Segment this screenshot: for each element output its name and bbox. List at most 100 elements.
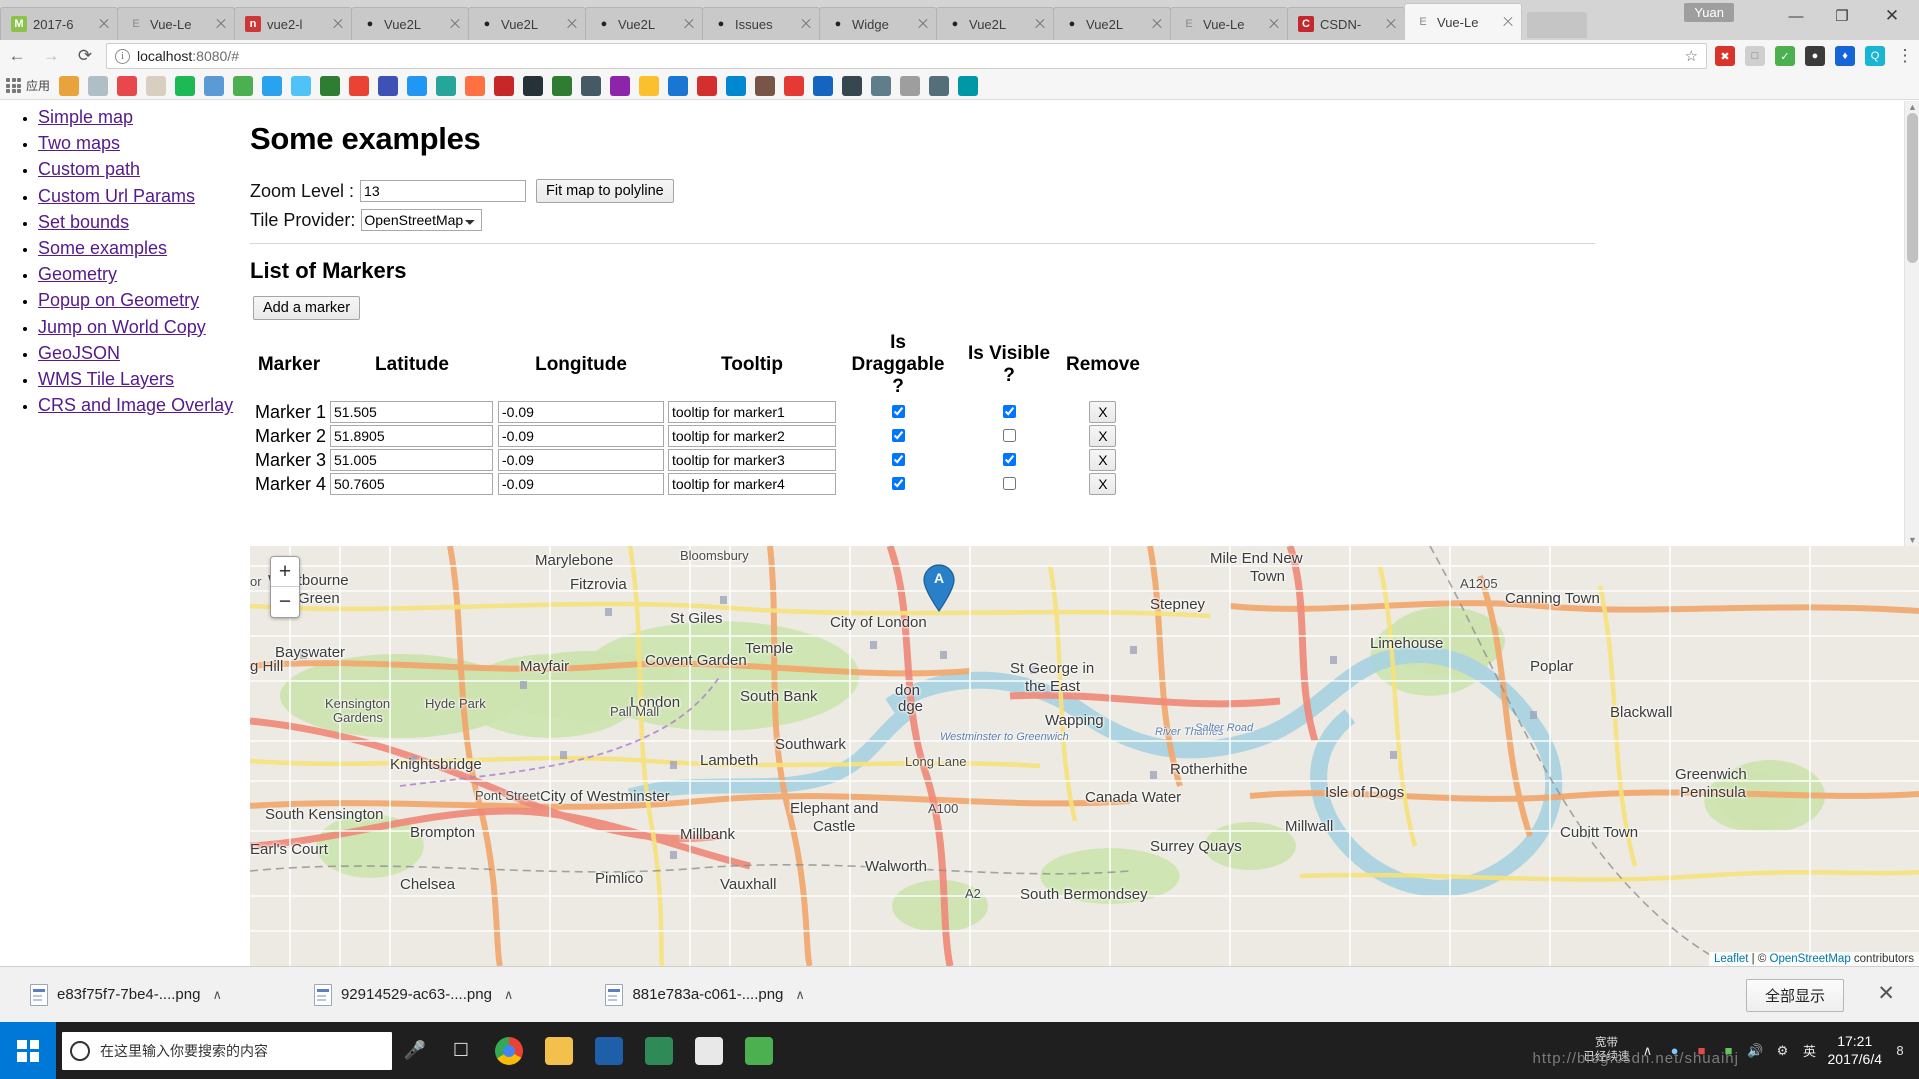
bookmark-item-icon[interactable] [929, 76, 949, 96]
bookmark-item-icon[interactable] [117, 76, 137, 96]
marker-tooltip-input[interactable] [668, 425, 836, 447]
search-extension-icon[interactable]: Q [1865, 46, 1885, 66]
taskbar-app-chrome[interactable] [484, 1022, 534, 1079]
tab-close-icon[interactable] [97, 17, 111, 31]
browser-tab[interactable]: C CSDN- [1287, 7, 1405, 40]
tab-close-icon[interactable] [1384, 17, 1398, 31]
taskbar-search-input[interactable]: 在这里输入你要搜索的内容 [62, 1032, 392, 1070]
show-all-downloads-button[interactable]: 全部显示 [1746, 979, 1844, 1012]
browser-tab[interactable]: ● Vue2L [468, 7, 586, 40]
taskbar-app-mail[interactable] [584, 1022, 634, 1079]
browser-tab[interactable]: ● Widge [819, 7, 937, 40]
tab-close-icon[interactable] [1267, 17, 1281, 31]
fit-map-to-polyline-button[interactable]: Fit map to polyline [536, 179, 674, 203]
marker-visible-checkbox[interactable] [1003, 477, 1016, 490]
bookmark-item-icon[interactable] [610, 76, 630, 96]
site-info-icon[interactable]: i [115, 49, 130, 64]
leaflet-link[interactable]: Leaflet [1714, 953, 1749, 965]
marker-longitude-input[interactable] [498, 401, 664, 423]
ime-indicator[interactable]: 英 [1801, 1042, 1819, 1060]
bookmark-item-icon[interactable] [494, 76, 514, 96]
tab-close-icon[interactable] [799, 17, 813, 31]
tab-close-icon[interactable] [682, 17, 696, 31]
address-bar[interactable]: i localhost:8080/# ☆ [106, 43, 1707, 69]
tab-close-icon[interactable] [448, 17, 462, 31]
bookmark-item-icon[interactable] [900, 76, 920, 96]
clock[interactable]: 17:21 2017/6/4 [1828, 1033, 1883, 1068]
marker-longitude-input[interactable] [498, 473, 664, 495]
map-marker-pin[interactable]: A [922, 564, 956, 617]
bookmark-item-icon[interactable] [320, 76, 340, 96]
scroll-down-icon[interactable]: ▼ [1905, 534, 1919, 546]
bookmark-item-icon[interactable] [639, 76, 659, 96]
bookmark-item-icon[interactable] [349, 76, 369, 96]
bookmark-item-icon[interactable] [262, 76, 282, 96]
bookmark-apps[interactable]: 应用 [6, 77, 50, 94]
bookmark-item-icon[interactable] [581, 76, 601, 96]
bookmark-item-icon[interactable] [784, 76, 804, 96]
bookmark-item-icon[interactable] [436, 76, 456, 96]
bookmark-item-icon[interactable] [88, 76, 108, 96]
bookmark-item-icon[interactable] [378, 76, 398, 96]
start-button[interactable] [0, 1022, 56, 1079]
browser-tab[interactable]: ● Vue2L [585, 7, 703, 40]
network-icon[interactable]: ⚙ [1774, 1042, 1792, 1060]
reload-icon[interactable]: ⟳ [68, 40, 102, 72]
bookmark-item-icon[interactable] [755, 76, 775, 96]
bookmark-item-icon[interactable] [813, 76, 833, 96]
sidebar-link-wms-tile-layers[interactable]: WMS Tile Layers [38, 369, 174, 389]
taskbar-app-editor[interactable] [634, 1022, 684, 1079]
bookmark-item-icon[interactable] [552, 76, 572, 96]
bookmark-item-icon[interactable] [871, 76, 891, 96]
tab-close-icon[interactable] [1150, 17, 1164, 31]
browser-tab[interactable]: ὜E Vue-Le [1404, 3, 1522, 40]
taskbar-app-browser2[interactable] [684, 1022, 734, 1079]
scrollbar-thumb[interactable] [1907, 113, 1918, 263]
tab-close-icon[interactable] [214, 17, 228, 31]
maximize-icon[interactable]: ❐ [1819, 0, 1865, 32]
marker-longitude-input[interactable] [498, 425, 664, 447]
marker-visible-checkbox[interactable] [1003, 405, 1016, 418]
marker-draggable-checkbox[interactable] [892, 405, 905, 418]
remove-marker-button[interactable]: X [1089, 425, 1116, 447]
remove-marker-button[interactable]: X [1089, 449, 1116, 471]
task-view-icon[interactable]: ☐ [438, 1022, 484, 1079]
bookmark-star-icon[interactable]: ☆ [1685, 47, 1698, 65]
bookmark-item-icon[interactable] [668, 76, 688, 96]
zoom-out-button[interactable]: − [271, 587, 299, 617]
sidebar-link-simple-map[interactable]: Simple map [38, 107, 133, 127]
bookmark-item-icon[interactable] [407, 76, 427, 96]
minimize-icon[interactable]: — [1773, 0, 1819, 32]
marker-latitude-input[interactable] [330, 449, 493, 471]
browser-tab[interactable]: ● Issues [702, 7, 820, 40]
tab-close-icon[interactable] [565, 17, 579, 31]
osm-link[interactable]: OpenStreetMap [1770, 953, 1851, 965]
chevron-up-icon[interactable]: ∧ [504, 987, 514, 1003]
browser-tab[interactable]: n vue2-l [234, 7, 352, 40]
shield-extension-icon[interactable]: ✓ [1775, 46, 1795, 66]
add-marker-button[interactable]: Add a marker [253, 296, 360, 320]
browser-tab[interactable]: ● Vue2L [936, 7, 1054, 40]
zoom-in-button[interactable]: + [271, 557, 299, 587]
marker-tooltip-input[interactable] [668, 401, 836, 423]
browser-tab[interactable]: ● Vue2L [351, 7, 469, 40]
marker-tooltip-input[interactable] [668, 473, 836, 495]
bookmark-item-icon[interactable] [726, 76, 746, 96]
forward-icon[interactable]: → [34, 40, 68, 72]
sidebar-link-crs-and-image-overlay[interactable]: CRS and Image Overlay [38, 395, 233, 415]
download-item[interactable]: e83f75f7-7be4-....png ∧ [22, 978, 226, 1012]
sidebar-link-some-examples[interactable]: Some examples [38, 238, 167, 258]
marker-draggable-checkbox[interactable] [892, 453, 905, 466]
leaflet-map[interactable]: Marylebone Bloomsbury Mile End New Town A120… [250, 546, 1919, 966]
tab-close-icon[interactable] [1501, 15, 1515, 29]
marker-latitude-input[interactable] [330, 473, 493, 495]
zoom-level-input[interactable] [360, 180, 526, 202]
bookmark-item-icon[interactable] [59, 76, 79, 96]
bookmark-item-icon[interactable] [958, 76, 978, 96]
page-scrollbar[interactable]: ▲ ▼ [1904, 101, 1919, 546]
bookmark-item-icon[interactable] [697, 76, 717, 96]
back-icon[interactable]: ← [0, 40, 34, 72]
tab-close-icon[interactable] [1033, 17, 1047, 31]
sidebar-link-popup-on-geometry[interactable]: Popup on Geometry [38, 290, 199, 310]
window-user-label[interactable]: Yuan [1684, 3, 1734, 22]
